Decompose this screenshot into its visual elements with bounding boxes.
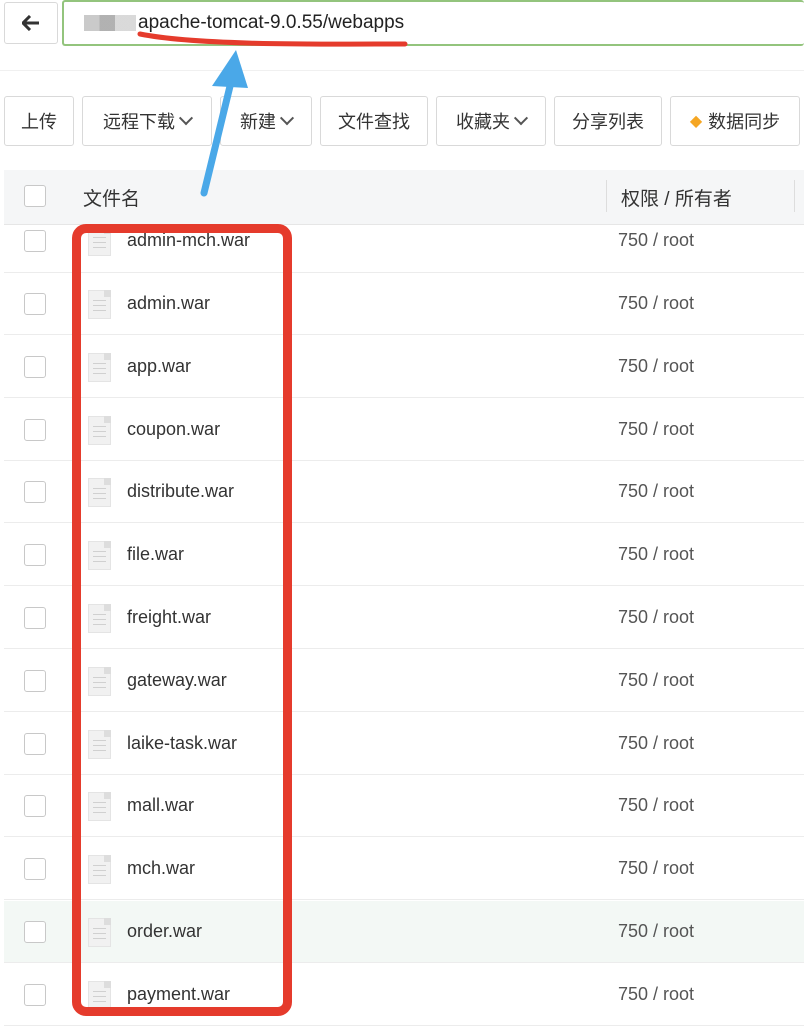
annotation-overlay xyxy=(137,31,408,197)
annotation-blue-arrow-head xyxy=(212,50,248,88)
annotation-red-underline xyxy=(137,31,408,47)
annotation-blue-arrow-shaft xyxy=(200,74,236,197)
